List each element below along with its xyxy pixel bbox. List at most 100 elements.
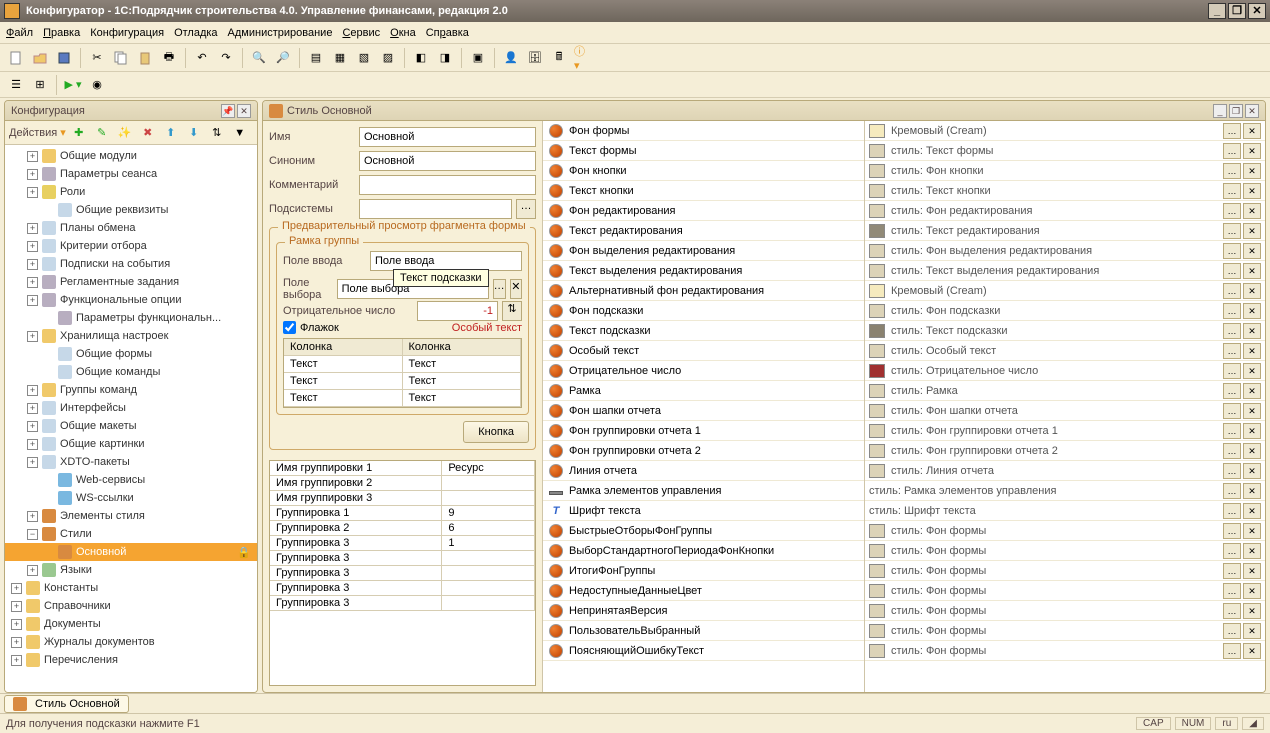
calc-icon[interactable]: 🖩 [549, 48, 569, 68]
close-button[interactable]: ✕ [1248, 3, 1266, 19]
tree-item[interactable]: +Справочники [5, 597, 257, 615]
expander-icon[interactable]: + [27, 151, 38, 162]
config-tree[interactable]: +Общие модули+Параметры сеанса+РолиОбщие… [5, 145, 257, 692]
tree-item[interactable]: Общие формы [5, 345, 257, 363]
tree2-icon[interactable]: ⊞ [30, 75, 50, 95]
value-clear-button[interactable]: ✕ [1243, 323, 1261, 339]
style-item[interactable]: Текст подсказки [543, 321, 864, 341]
tree-item[interactable]: +Планы обмена [5, 219, 257, 237]
comment-input[interactable] [359, 175, 536, 195]
value-clear-button[interactable]: ✕ [1243, 303, 1261, 319]
value-items-list[interactable]: Кремовый (Cream)…✕стиль: Текст формы…✕ст… [865, 121, 1265, 692]
neg-spinner[interactable]: ⇅ [502, 301, 522, 321]
value-clear-button[interactable]: ✕ [1243, 403, 1261, 419]
name-input[interactable] [359, 127, 536, 147]
value-row[interactable]: стиль: Текст кнопки…✕ [865, 181, 1265, 201]
value-clear-button[interactable]: ✕ [1243, 363, 1261, 379]
select-clear-button[interactable]: ✕ [510, 279, 522, 299]
find-icon[interactable]: 🔍 [249, 48, 269, 68]
ct-edit-icon[interactable]: ✎ [92, 123, 112, 143]
paste-icon[interactable] [135, 48, 155, 68]
value-clear-button[interactable]: ✕ [1243, 243, 1261, 259]
ct-wand-icon[interactable]: ✨ [115, 123, 135, 143]
tb-ex[interactable]: ◉ [87, 75, 107, 95]
grid-row[interactable]: Группировка 31 [270, 536, 535, 551]
grid-row[interactable]: Группировка 26 [270, 521, 535, 536]
value-row[interactable]: стиль: Текст выделения редактирования…✕ [865, 261, 1265, 281]
tree-item[interactable]: +Языки [5, 561, 257, 579]
value-row[interactable]: стиль: Фон формы…✕ [865, 641, 1265, 661]
tree-item[interactable]: Общие команды [5, 363, 257, 381]
taskbar-tab[interactable]: Стиль Основной [4, 695, 129, 713]
db-icon[interactable]: 🗄 [525, 48, 545, 68]
grid-row[interactable]: Имя группировки 2 [270, 476, 535, 491]
menu-service[interactable]: Сервис [342, 27, 380, 39]
tb1[interactable]: ▤ [306, 48, 326, 68]
ct-del-icon[interactable]: ✖ [138, 123, 158, 143]
tree-item[interactable]: Параметры функциональн... [5, 309, 257, 327]
grid-row[interactable]: Имя группировки 3 [270, 491, 535, 506]
value-clear-button[interactable]: ✕ [1243, 643, 1261, 659]
value-row[interactable]: стиль: Фон группировки отчета 1…✕ [865, 421, 1265, 441]
value-browse-button[interactable]: … [1223, 563, 1241, 579]
tb7[interactable]: ▣ [468, 48, 488, 68]
style-item[interactable]: Фон подсказки [543, 301, 864, 321]
preview-button[interactable]: Кнопка [463, 421, 529, 443]
tb6[interactable]: ◨ [435, 48, 455, 68]
tree-item[interactable]: Основной🔒 [5, 543, 257, 561]
menu-admin[interactable]: Администрирование [228, 27, 333, 39]
neg-number-input[interactable] [417, 301, 498, 321]
ct-down-icon[interactable]: ⬇ [184, 123, 204, 143]
panel-pin-icon[interactable]: 📌 [221, 104, 235, 118]
subsystems-browse-button[interactable]: … [516, 199, 536, 219]
value-row[interactable]: Кремовый (Cream)…✕ [865, 281, 1265, 301]
actions-button[interactable]: Действия ▾ [9, 126, 66, 139]
tree-item[interactable]: +Роли [5, 183, 257, 201]
value-row[interactable]: стиль: Особый текст…✕ [865, 341, 1265, 361]
style-item[interactable]: Линия отчета [543, 461, 864, 481]
run-icon[interactable]: ▶ ▾ [63, 75, 83, 95]
expander-icon[interactable]: − [27, 529, 38, 540]
style-items-list[interactable]: Фон формыТекст формыФон кнопкиТекст кноп… [543, 121, 865, 692]
style-max-icon[interactable]: ❐ [1229, 104, 1243, 118]
style-item[interactable]: Фон группировки отчета 2 [543, 441, 864, 461]
style-item[interactable]: TШрифт текста [543, 501, 864, 521]
value-clear-button[interactable]: ✕ [1243, 443, 1261, 459]
value-browse-button[interactable]: … [1223, 123, 1241, 139]
expander-icon[interactable]: + [11, 619, 22, 630]
value-browse-button[interactable]: … [1223, 163, 1241, 179]
tree-item[interactable]: +Функциональные опции [5, 291, 257, 309]
redo-icon[interactable]: ↷ [216, 48, 236, 68]
tree-item[interactable]: +Подписки на события [5, 255, 257, 273]
value-row[interactable]: стиль: Фон выделения редактирования…✕ [865, 241, 1265, 261]
value-row[interactable]: стиль: Фон формы…✕ [865, 581, 1265, 601]
value-clear-button[interactable]: ✕ [1243, 123, 1261, 139]
tree-item[interactable]: +XDTO-пакеты [5, 453, 257, 471]
value-browse-button[interactable]: … [1223, 183, 1241, 199]
value-row[interactable]: стиль: Фон группировки отчета 2…✕ [865, 441, 1265, 461]
value-browse-button[interactable]: … [1223, 603, 1241, 619]
style-item[interactable]: Рамка [543, 381, 864, 401]
grid-row[interactable]: Имя группировки 1Ресурс [270, 461, 535, 476]
value-browse-button[interactable]: … [1223, 363, 1241, 379]
grid-row[interactable]: Группировка 3 [270, 566, 535, 581]
menu-edit[interactable]: Правка [43, 27, 80, 39]
style-item[interactable]: Фон выделения редактирования [543, 241, 864, 261]
expander-icon[interactable]: + [27, 187, 38, 198]
expander-icon[interactable]: + [27, 277, 38, 288]
value-row[interactable]: стиль: Фон формы…✕ [865, 561, 1265, 581]
minimize-button[interactable]: _ [1208, 3, 1226, 19]
new-icon[interactable] [6, 48, 26, 68]
tree-item[interactable]: +Общие картинки [5, 435, 257, 453]
tree-item[interactable]: +Общие модули [5, 147, 257, 165]
value-browse-button[interactable]: … [1223, 543, 1241, 559]
style-item[interactable]: НедоступныеДанныеЦвет [543, 581, 864, 601]
value-browse-button[interactable]: … [1223, 223, 1241, 239]
tree-item[interactable]: Общие реквизиты [5, 201, 257, 219]
value-browse-button[interactable]: … [1223, 203, 1241, 219]
style-item[interactable]: Фон кнопки [543, 161, 864, 181]
tree-item[interactable]: Web-сервисы [5, 471, 257, 489]
expander-icon[interactable]: + [27, 223, 38, 234]
tree-item[interactable]: +Критерии отбора [5, 237, 257, 255]
value-clear-button[interactable]: ✕ [1243, 183, 1261, 199]
